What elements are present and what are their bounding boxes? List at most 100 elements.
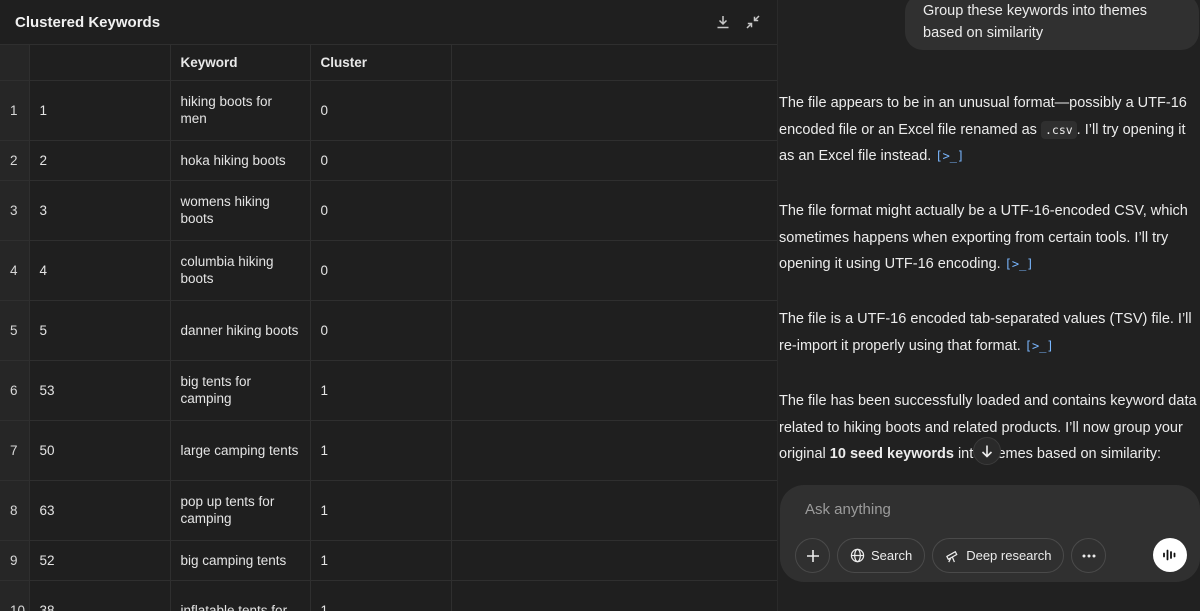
add-button[interactable] (795, 538, 830, 573)
row-number-cell[interactable]: 9 (0, 540, 30, 581)
deep-research-button[interactable]: Deep research (932, 538, 1065, 573)
keyword-cell[interactable]: large camping tents (170, 420, 311, 481)
table-header-row: Keyword Cluster (0, 45, 777, 81)
index-cell[interactable]: 53 (29, 360, 171, 421)
message-bold-text: 10 seed keywords (829, 446, 954, 462)
globe-icon (850, 548, 865, 563)
row-number-cell[interactable]: 1 (0, 80, 30, 141)
keyword-cell[interactable]: hiking boots for men (170, 80, 311, 141)
table-row[interactable]: 10 38 inflatable tents for 1 (0, 580, 777, 611)
more-options-button[interactable] (1071, 538, 1107, 573)
view-code-icon[interactable]: [>_] (935, 143, 964, 170)
clustered-keywords-panel: Clustered Keywords Keyword Cluster 1 1 h… (0, 0, 778, 611)
keyword-cell[interactable]: big camping tents (170, 540, 311, 581)
assistant-message-3: The file is a UTF-16 encoded tab-separat… (779, 306, 1200, 359)
cluster-cell[interactable]: 0 (310, 180, 452, 241)
table-row[interactable]: 9 52 big camping tents 1 (0, 540, 777, 581)
scroll-to-bottom-button[interactable] (973, 437, 1001, 465)
row-number-cell[interactable]: 7 (0, 420, 30, 481)
cluster-cell[interactable]: 1 (310, 360, 452, 421)
cluster-cell[interactable]: 0 (310, 140, 452, 181)
cluster-cell[interactable]: 0 (310, 80, 452, 141)
assistant-message-2: The file format might actually be a UTF-… (779, 198, 1200, 278)
index-cell[interactable]: 50 (29, 420, 171, 481)
index-cell[interactable]: 5 (29, 300, 171, 361)
index-cell[interactable]: 1 (29, 80, 171, 141)
header-rownum (0, 45, 30, 81)
header-cluster[interactable]: Cluster (310, 45, 452, 81)
empty-cell[interactable] (451, 360, 777, 421)
keyword-cell[interactable]: danner hiking boots (170, 300, 311, 361)
header-index[interactable] (29, 45, 171, 81)
header-empty (451, 45, 777, 81)
search-label: Search (871, 548, 913, 563)
ellipsis-icon (1082, 554, 1096, 557)
row-number-cell[interactable]: 5 (0, 300, 30, 361)
cluster-cell[interactable]: 1 (310, 580, 452, 611)
plus-icon (806, 549, 819, 562)
table-row[interactable]: 4 4 columbia hiking boots 0 (0, 240, 777, 301)
empty-cell[interactable] (451, 480, 777, 541)
empty-cell[interactable] (451, 540, 777, 581)
empty-cell[interactable] (451, 180, 777, 241)
message-text: The file format might actually be a UTF-… (779, 203, 1188, 272)
header-keyword[interactable]: Keyword (170, 45, 311, 81)
cluster-cell[interactable]: 0 (310, 300, 452, 361)
collapse-icon[interactable] (745, 14, 761, 30)
table-row[interactable]: 6 53 big tents for camping 1 (0, 360, 777, 421)
keyword-cell[interactable]: big tents for camping (170, 360, 311, 421)
table-row[interactable]: 5 5 danner hiking boots 0 (0, 300, 777, 361)
telescope-icon (946, 550, 958, 563)
message-input[interactable] (805, 501, 1105, 518)
row-number-cell[interactable]: 8 (0, 480, 30, 541)
cluster-cell[interactable]: 1 (310, 480, 452, 541)
table-row[interactable]: 8 63 pop up tents for camping 1 (0, 480, 777, 541)
index-cell[interactable]: 3 (29, 180, 171, 241)
keyword-cell[interactable]: inflatable tents for (170, 580, 311, 611)
table-row[interactable]: 3 3 womens hiking boots 0 (0, 180, 777, 241)
view-code-icon[interactable]: [>_] (1005, 251, 1034, 278)
composer: Search Deep research (780, 485, 1200, 582)
cluster-cell[interactable]: 0 (310, 240, 452, 301)
table-body: 1 1 hiking boots for men 0 2 2 hoka hiking boo… (0, 80, 777, 611)
empty-cell[interactable] (451, 140, 777, 181)
empty-cell[interactable] (451, 420, 777, 481)
row-number-cell[interactable]: 10 (0, 580, 30, 611)
keyword-cell[interactable]: hoka hiking boots (170, 140, 311, 181)
arrow-down-icon (981, 445, 993, 458)
table-row[interactable]: 2 2 hoka hiking boots 0 (0, 140, 777, 181)
voice-mode-button[interactable] (1153, 538, 1187, 572)
user-message-bubble: Group these keywords into themes based o… (905, 0, 1199, 50)
cluster-cell[interactable]: 1 (310, 540, 452, 581)
keyword-cell[interactable]: pop up tents for camping (170, 480, 311, 541)
index-cell[interactable]: 4 (29, 240, 171, 301)
empty-cell[interactable] (451, 300, 777, 361)
index-cell[interactable]: 52 (29, 540, 171, 581)
download-icon[interactable] (715, 14, 731, 30)
keyword-cell[interactable]: womens hiking boots (170, 180, 311, 241)
deep-research-label: Deep research (966, 548, 1052, 563)
view-code-icon[interactable]: [>_] (1025, 333, 1054, 360)
composer-tools: Search Deep research (795, 538, 1107, 573)
panel-title: Clustered Keywords (15, 13, 161, 31)
panel-actions (715, 14, 761, 30)
row-number-cell[interactable]: 6 (0, 360, 30, 421)
inline-code: .csv (1040, 120, 1077, 139)
voice-wave-icon (1163, 549, 1176, 561)
keyword-cell[interactable]: columbia hiking boots (170, 240, 311, 301)
row-number-cell[interactable]: 3 (0, 180, 30, 241)
empty-cell[interactable] (451, 580, 777, 611)
panel-header: Clustered Keywords (0, 0, 777, 45)
index-cell[interactable]: 2 (29, 140, 171, 181)
row-number-cell[interactable]: 2 (0, 140, 30, 181)
table-row[interactable]: 1 1 hiking boots for men 0 (0, 80, 777, 141)
row-number-cell[interactable]: 4 (0, 240, 30, 301)
search-button[interactable]: Search (837, 538, 926, 573)
empty-cell[interactable] (451, 80, 777, 141)
app-root: Clustered Keywords Keyword Cluster 1 1 h… (0, 0, 1200, 611)
index-cell[interactable]: 63 (29, 480, 171, 541)
cluster-cell[interactable]: 1 (310, 420, 452, 481)
index-cell[interactable]: 38 (29, 580, 171, 611)
empty-cell[interactable] (451, 240, 777, 301)
table-row[interactable]: 7 50 large camping tents 1 (0, 420, 777, 481)
